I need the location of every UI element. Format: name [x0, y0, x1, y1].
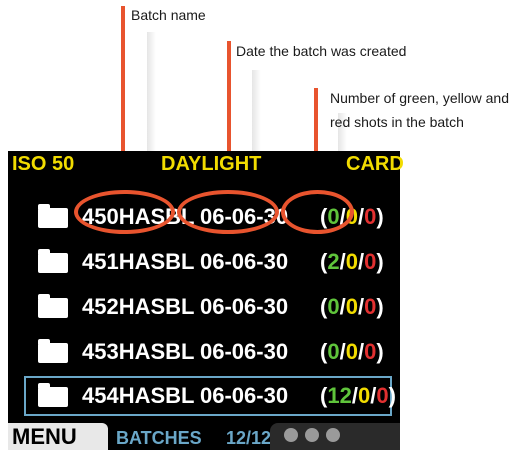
batch-date: 06-06-30 [200, 249, 289, 274]
folder-icon [38, 339, 68, 363]
red-count: 0 [364, 204, 377, 229]
annotation-counts-line2: red shots in the batch [330, 114, 464, 130]
yellow-count: 0 [357, 383, 371, 408]
folder-icon [38, 383, 68, 407]
red-count: 0 [364, 249, 377, 274]
batch-row[interactable]: 452HASBL 06-06-30 (0/0/0) [24, 287, 392, 327]
green-count: 12 [327, 383, 352, 408]
annotation-date-created: Date the batch was created [236, 43, 407, 59]
paren-close: ) [388, 383, 396, 408]
annotation-counts-line1: Number of green, yellow and [330, 90, 509, 106]
dot-icon [305, 428, 319, 442]
camera-icon [270, 423, 400, 450]
red-count: 0 [364, 339, 377, 364]
annotation-ellipse-counts [281, 190, 354, 234]
status-bar: ISO 50 DAYLIGHT CARD [8, 151, 404, 177]
dot-icon [284, 428, 298, 442]
batch-date: 06-06-30 [200, 294, 289, 319]
section-label: BATCHES [116, 428, 202, 448]
batch-name: 452HASBL [82, 294, 195, 319]
batch-counts: (0/0/0) [320, 332, 384, 372]
yellow-count: 0 [345, 339, 358, 364]
red-count: 0 [364, 294, 377, 319]
bottom-bar: MENU BATCHES 12/12 [8, 423, 400, 450]
yellow-count: 0 [345, 294, 358, 319]
iso-indicator: ISO 50 [12, 153, 75, 175]
batch-position: 12/12 [226, 428, 272, 448]
folder-icon [38, 294, 68, 318]
batch-row-selected[interactable]: 454HASBL 06-06-30 (12/0/0) [24, 376, 396, 416]
batch-row[interactable]: 453HASBL 06-06-30 (0/0/0) [24, 332, 392, 372]
green-count: 0 [327, 339, 340, 364]
green-count: 2 [327, 249, 340, 274]
batch-name: 451HASBL [82, 249, 195, 274]
section-indicator: BATCHES 12/12 [108, 423, 272, 450]
paren-close: ) [376, 204, 384, 229]
annotation-ellipse-date [177, 190, 279, 234]
folder-icon [38, 204, 68, 228]
batch-name: 453HASBL [82, 339, 195, 364]
batch-name: 454HASBL [82, 383, 195, 408]
folder-icon [38, 249, 68, 273]
batch-row[interactable]: 451HASBL 06-06-30 (2/0/0) [24, 242, 392, 282]
paren-close: ) [376, 294, 384, 319]
batch-date: 06-06-30 [200, 339, 289, 364]
batch-date: 06-06-30 [200, 383, 289, 408]
white-balance-indicator: DAYLIGHT [161, 153, 262, 175]
annotation-batch-name: Batch name [131, 7, 206, 23]
yellow-count: 0 [345, 249, 358, 274]
paren-close: ) [376, 339, 384, 364]
batch-counts: (12/0/0) [320, 378, 396, 414]
red-count: 0 [376, 383, 389, 408]
paren-close: ) [376, 249, 384, 274]
batch-counts: (0/0/0) [320, 287, 384, 327]
batch-counts: (2/0/0) [320, 242, 384, 282]
green-count: 0 [327, 294, 340, 319]
annotation-ellipse-name [74, 190, 175, 234]
menu-button[interactable]: MENU [8, 423, 108, 450]
dot-icon [326, 428, 340, 442]
storage-indicator: CARD [346, 153, 404, 175]
